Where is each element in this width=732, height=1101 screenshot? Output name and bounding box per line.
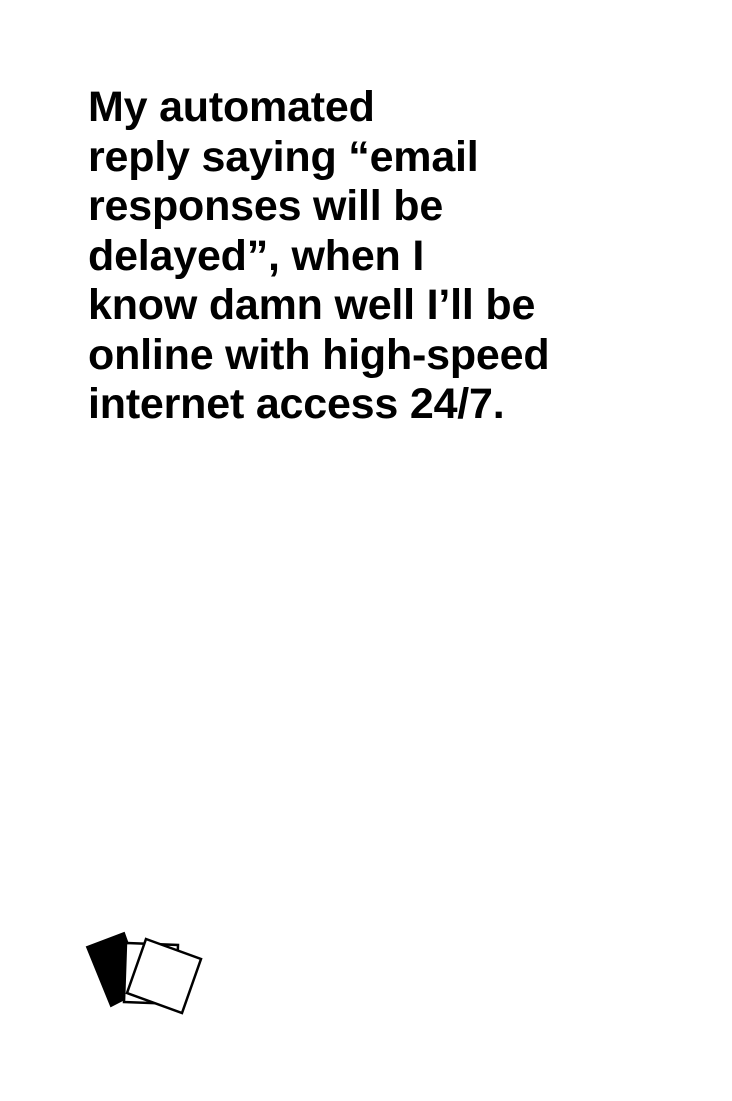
card-text-line: internet access 24/7. [88,380,505,428]
card-text-line: delayed”, when I [88,231,425,280]
card-text-line: online with high-speed [88,330,550,379]
card: My automated reply saying “email respons… [0,0,732,1101]
stacked-cards-icon [85,931,203,1015]
card-text: My automated reply saying “email respons… [88,83,688,430]
card-text-line: reply saying “email [88,132,479,181]
card-text-line: know damn well I’ll be [88,281,536,329]
card-text-line: responses will be [88,182,444,230]
card-text-line: My automated [88,83,375,131]
